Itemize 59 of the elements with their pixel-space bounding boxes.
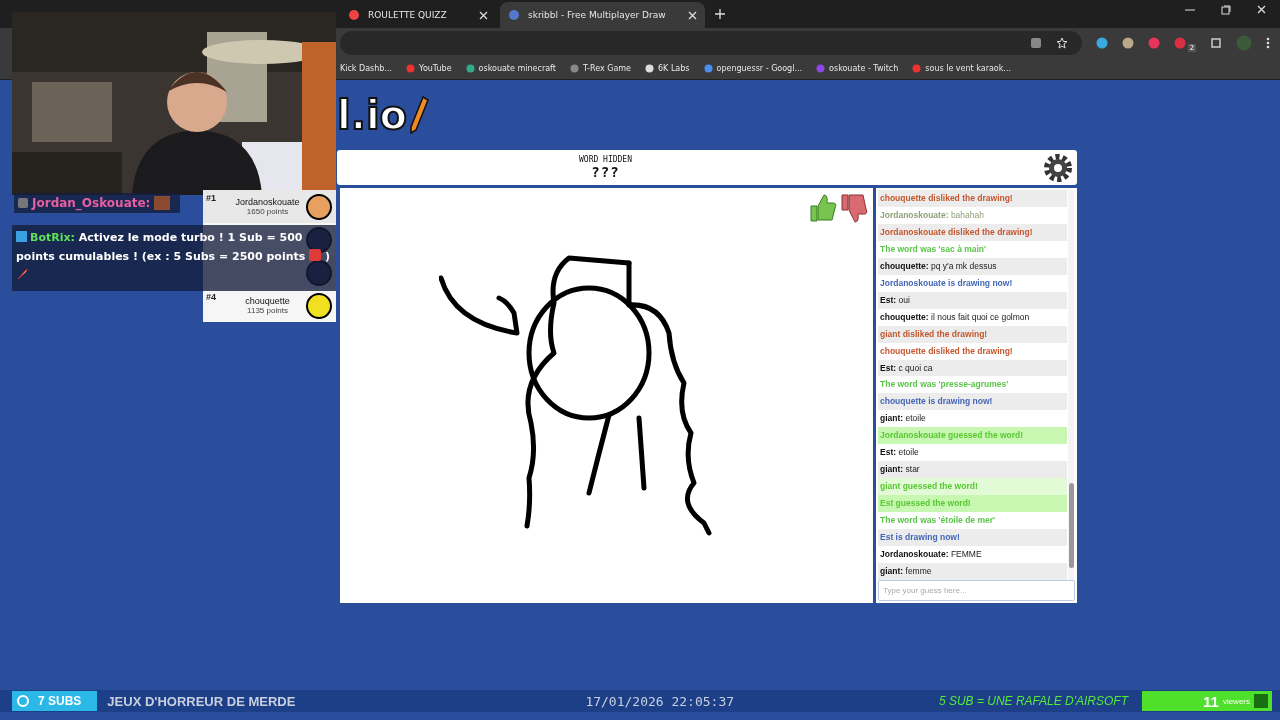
site-icon [912,64,922,73]
system-message: Jordanoskouate guessed the word! [878,427,1067,445]
logo: l.io [337,92,408,138]
close-icon[interactable] [479,10,488,20]
settings-icon[interactable] [1043,152,1073,183]
site-icon [645,64,654,73]
viewer-count: 11 [1203,692,1219,710]
player-name: chouquette [245,296,290,306]
player-name: Jordanoskouate [235,197,300,207]
viewer-label: viewers [1222,696,1250,706]
system-message: chouquette disliked the drawing! [878,190,1067,207]
subs-count: 7 SUBS [38,694,82,708]
close-icon[interactable] [688,10,697,20]
site-icon [816,64,826,73]
extension-icon[interactable] [1096,37,1109,49]
bookmark[interactable]: oskouate minecraft [465,64,556,73]
stream-category: JEUX D'HORREUR DE MERDE [107,693,296,709]
site-icon [569,64,579,73]
site-icon [465,64,475,73]
site-icon [406,64,416,73]
chat-username: Jordan_Oskouate: [32,196,151,210]
scrollbar-thumb[interactable] [1069,483,1074,568]
thumbs-down-icon[interactable] [840,193,868,225]
extension-icon[interactable] [1148,37,1160,49]
player-points: 1650 points [246,207,289,216]
player-rank: #1 [206,193,217,203]
sub-goal: 5 SUB = UNE RAFALE D'AIRSOFT [938,694,1128,708]
system-message: chouquette is drawing now! [878,393,1067,411]
badge-icon [18,198,28,208]
bookmark[interactable]: openguessr - Googl... [703,64,803,73]
close-icon[interactable] [1257,5,1266,14]
emote-icon [154,196,171,210]
browser-tab[interactable]: ROULETTE QUIZZ [340,2,496,28]
bookmark[interactable]: sous le vent karaok... [912,64,1011,73]
site-icon [703,64,713,73]
extension-icon[interactable] [1122,37,1135,49]
new-tab-icon[interactable] [715,9,725,19]
system-message: giant guessed the word! [878,478,1067,496]
player-rank: #4 [206,292,217,302]
date-time: 17/01/2026 22:05:37 [585,693,735,709]
system-message: Est guessed the word! [878,495,1067,513]
guess-input[interactable]: Type your guess here... [878,580,1075,601]
restore-icon[interactable] [1221,5,1231,15]
badge-icon [16,231,27,242]
chat-message: giant: star [878,461,1067,479]
bookmark[interactable]: T-Rex Game [569,64,631,73]
browser-tab[interactable]: skribbl - Free Multiplayer Draw [500,2,705,28]
star-icon[interactable] [1056,37,1069,49]
bookmark[interactable]: 6K Labs [645,64,690,73]
player-points: 1135 points [247,306,288,315]
bookmark[interactable]: Kick Dashb... [340,64,393,73]
bookmark[interactable]: YouTube [406,64,452,73]
word-label: WORD HIDDEN [579,155,632,164]
thumbs-up-icon[interactable] [809,193,837,223]
system-message: Est is drawing now! [878,529,1067,546]
bookmark[interactable]: oskouate - Twitch [816,64,899,73]
hidden-word: ??? [591,164,620,180]
menu-icon[interactable] [1266,37,1270,49]
chat-message: BotRix: Activez le mode turbo ! 1 Sub = 500 points cumulables ! (ex : 5 Subs = 2500 points ) [16,231,330,282]
